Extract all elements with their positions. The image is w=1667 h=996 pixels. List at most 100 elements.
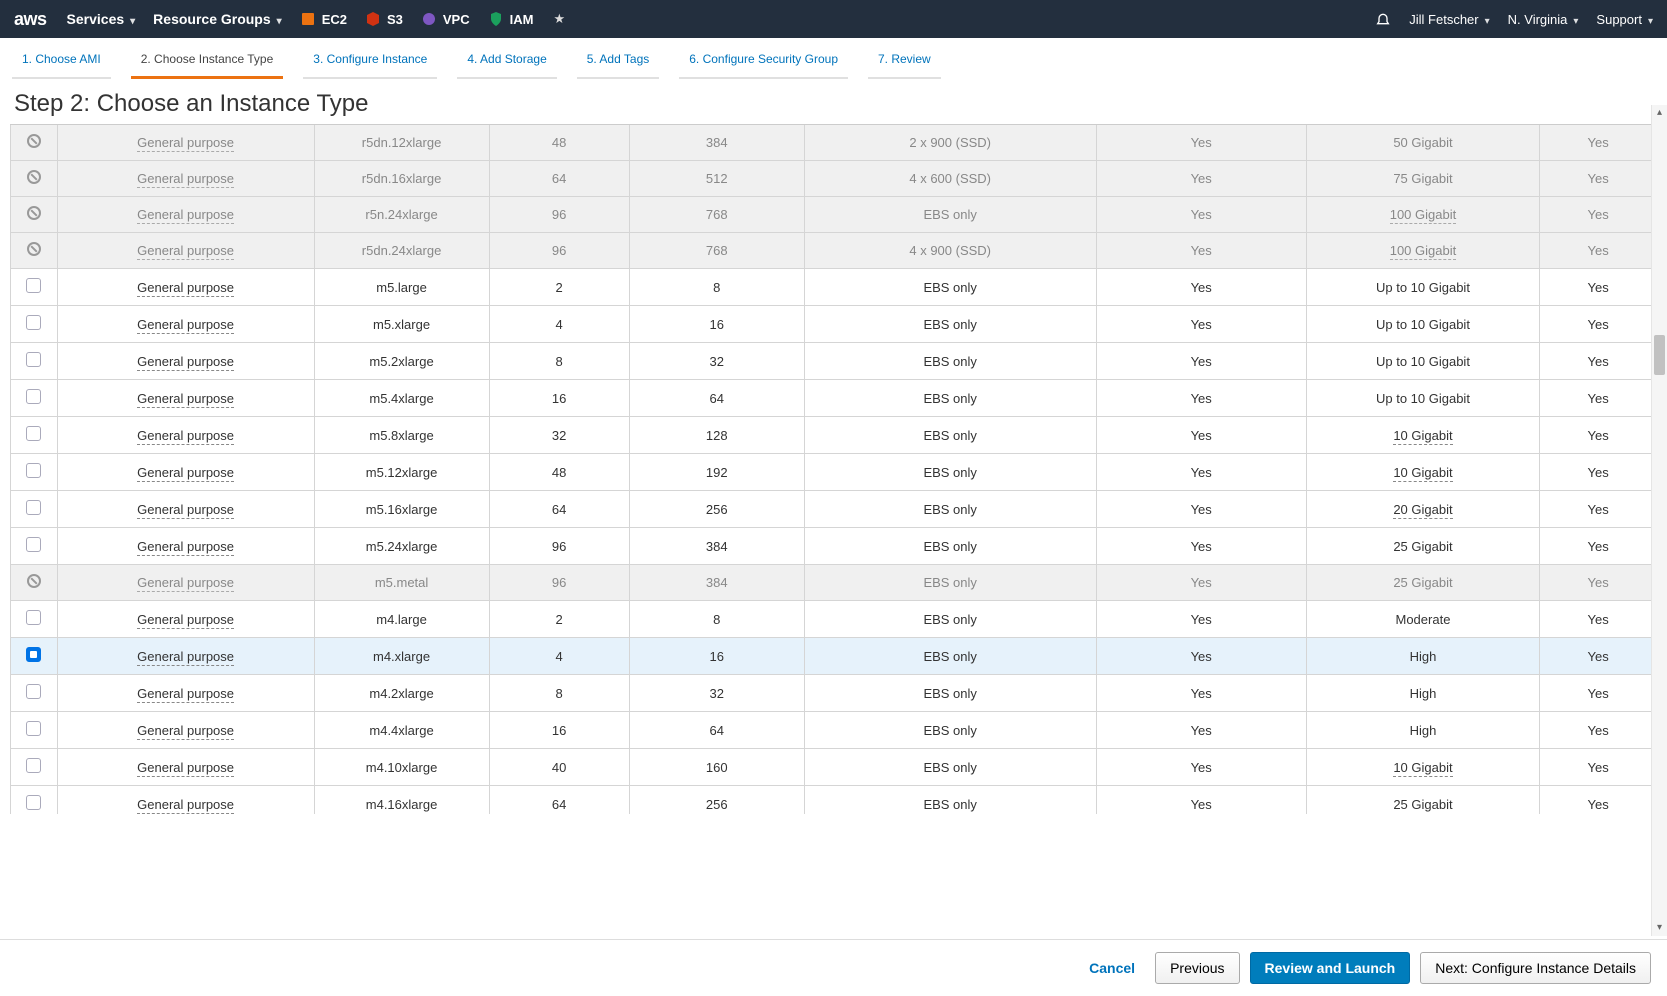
family-cell: General purpose xyxy=(137,575,234,592)
wizard-step-6[interactable]: 6. Configure Security Group xyxy=(679,46,848,79)
table-row[interactable]: General purposem5.4xlarge1664EBS onlyYes… xyxy=(11,380,1657,417)
table-row: General purposer5dn.16xlarge645124 x 600… xyxy=(11,161,1657,197)
region-menu[interactable]: N. Virginia xyxy=(1508,12,1579,27)
memory-cell: 256 xyxy=(629,491,804,528)
aws-logo[interactable]: aws xyxy=(14,9,47,30)
shortcut-vpc[interactable]: VPC xyxy=(421,11,470,27)
row-select-checkbox[interactable] xyxy=(26,315,41,330)
shortcut-label: IAM xyxy=(510,12,534,27)
ipv6-cell: Yes xyxy=(1540,233,1657,269)
storage-cell: EBS only xyxy=(804,565,1096,601)
disabled-icon xyxy=(27,242,41,256)
previous-button[interactable]: Previous xyxy=(1155,952,1239,984)
table-row: General purposer5dn.12xlarge483842 x 900… xyxy=(11,125,1657,161)
table-row: General purposer5dn.24xlarge967684 x 900… xyxy=(11,233,1657,269)
row-select-checkbox[interactable] xyxy=(26,721,41,736)
services-label: Services xyxy=(67,11,125,27)
type-cell: m4.2xlarge xyxy=(314,675,489,712)
table-row[interactable]: General purposem5.16xlarge64256EBS onlyY… xyxy=(11,491,1657,528)
storage-cell: EBS only xyxy=(804,528,1096,565)
row-select-checkbox[interactable] xyxy=(26,500,41,515)
pin-icon[interactable]: ★ xyxy=(553,11,565,27)
ebs-cell: Yes xyxy=(1096,417,1306,454)
row-select-checkbox[interactable] xyxy=(26,537,41,552)
network-cell: High xyxy=(1306,638,1539,675)
wizard-step-3[interactable]: 3. Configure Instance xyxy=(303,46,437,79)
row-select-checkbox[interactable] xyxy=(26,278,41,293)
vcpu-cell: 48 xyxy=(489,454,629,491)
table-row[interactable]: General purposem5.large28EBS onlyYesUp t… xyxy=(11,269,1657,306)
wizard-footer: Cancel Previous Review and Launch Next: … xyxy=(0,939,1667,996)
storage-cell: EBS only xyxy=(804,712,1096,749)
wizard-step-1[interactable]: 1. Choose AMI xyxy=(12,46,111,79)
shortcut-ec2[interactable]: EC2 xyxy=(300,11,347,27)
storage-cell: EBS only xyxy=(804,454,1096,491)
table-row[interactable]: General purposem4.10xlarge40160EBS onlyY… xyxy=(11,749,1657,786)
wizard-step-7[interactable]: 7. Review xyxy=(868,46,941,79)
table-row[interactable]: General purposem4.16xlarge64256EBS onlyY… xyxy=(11,786,1657,815)
ebs-cell: Yes xyxy=(1096,454,1306,491)
table-row[interactable]: General purposem5.24xlarge96384EBS onlyY… xyxy=(11,528,1657,565)
row-select-checkbox[interactable] xyxy=(26,647,41,662)
ipv6-cell: Yes xyxy=(1540,749,1657,786)
next-button[interactable]: Next: Configure Instance Details xyxy=(1420,952,1651,984)
page-title: Step 2: Choose an Instance Type xyxy=(0,80,1667,124)
memory-cell: 32 xyxy=(629,343,804,380)
review-and-launch-button[interactable]: Review and Launch xyxy=(1250,952,1411,984)
type-cell: m5.8xlarge xyxy=(314,417,489,454)
shortcut-iam[interactable]: IAM xyxy=(488,11,534,27)
wizard-step-2: 2. Choose Instance Type xyxy=(131,46,284,79)
vertical-scrollbar[interactable]: ▴ ▾ xyxy=(1651,105,1667,936)
row-select-checkbox[interactable] xyxy=(26,463,41,478)
memory-cell: 16 xyxy=(629,638,804,675)
row-select-checkbox[interactable] xyxy=(26,610,41,625)
notifications-icon[interactable] xyxy=(1375,11,1391,27)
table-row[interactable]: General purposem5.8xlarge32128EBS onlyYe… xyxy=(11,417,1657,454)
vcpu-cell: 8 xyxy=(489,675,629,712)
ipv6-cell: Yes xyxy=(1540,417,1657,454)
table-row[interactable]: General purposem5.12xlarge48192EBS onlyY… xyxy=(11,454,1657,491)
table-row[interactable]: General purposem4.large28EBS onlyYesMode… xyxy=(11,601,1657,638)
memory-cell: 384 xyxy=(629,565,804,601)
family-cell: General purpose xyxy=(137,797,234,814)
row-select-checkbox[interactable] xyxy=(26,352,41,367)
type-cell: m5.16xlarge xyxy=(314,491,489,528)
wizard-step-5[interactable]: 5. Add Tags xyxy=(577,46,660,79)
account-menu[interactable]: Jill Fetscher xyxy=(1409,12,1489,27)
row-select-checkbox[interactable] xyxy=(26,426,41,441)
instance-type-table-wrapper[interactable]: General purposer5dn.12xlarge483842 x 900… xyxy=(10,124,1657,814)
memory-cell: 8 xyxy=(629,269,804,306)
caret-down-icon xyxy=(1485,12,1490,27)
support-menu[interactable]: Support xyxy=(1596,12,1653,27)
resource-groups-menu[interactable]: Resource Groups xyxy=(153,11,282,27)
shortcut-s3[interactable]: S3 xyxy=(365,11,403,27)
table-row[interactable]: General purposem4.4xlarge1664EBS onlyYes… xyxy=(11,712,1657,749)
network-cell: High xyxy=(1306,712,1539,749)
ebs-cell: Yes xyxy=(1096,125,1306,161)
table-row[interactable]: General purposem5.2xlarge832EBS onlyYesU… xyxy=(11,343,1657,380)
scroll-thumb[interactable] xyxy=(1654,335,1665,375)
type-cell: m5.xlarge xyxy=(314,306,489,343)
storage-cell: EBS only xyxy=(804,343,1096,380)
ebs-cell: Yes xyxy=(1096,233,1306,269)
scroll-up-icon[interactable]: ▴ xyxy=(1652,105,1667,121)
services-menu[interactable]: Services xyxy=(67,11,136,27)
scroll-down-icon[interactable]: ▾ xyxy=(1652,920,1667,936)
ebs-cell: Yes xyxy=(1096,269,1306,306)
caret-down-icon xyxy=(1573,12,1578,27)
memory-cell: 256 xyxy=(629,786,804,815)
row-select-checkbox[interactable] xyxy=(26,684,41,699)
cancel-button[interactable]: Cancel xyxy=(1079,954,1145,982)
network-cell: 10 Gigabit xyxy=(1306,749,1539,786)
wizard-step-4[interactable]: 4. Add Storage xyxy=(457,46,556,79)
support-label: Support xyxy=(1596,12,1642,27)
storage-cell: EBS only xyxy=(804,269,1096,306)
network-cell: High xyxy=(1306,675,1539,712)
table-row[interactable]: General purposem5.xlarge416EBS onlyYesUp… xyxy=(11,306,1657,343)
row-select-checkbox[interactable] xyxy=(26,795,41,810)
table-row[interactable]: General purposem4.xlarge416EBS onlyYesHi… xyxy=(11,638,1657,675)
table-row[interactable]: General purposem4.2xlarge832EBS onlyYesH… xyxy=(11,675,1657,712)
family-cell: General purpose xyxy=(137,502,234,519)
row-select-checkbox[interactable] xyxy=(26,389,41,404)
row-select-checkbox[interactable] xyxy=(26,758,41,773)
